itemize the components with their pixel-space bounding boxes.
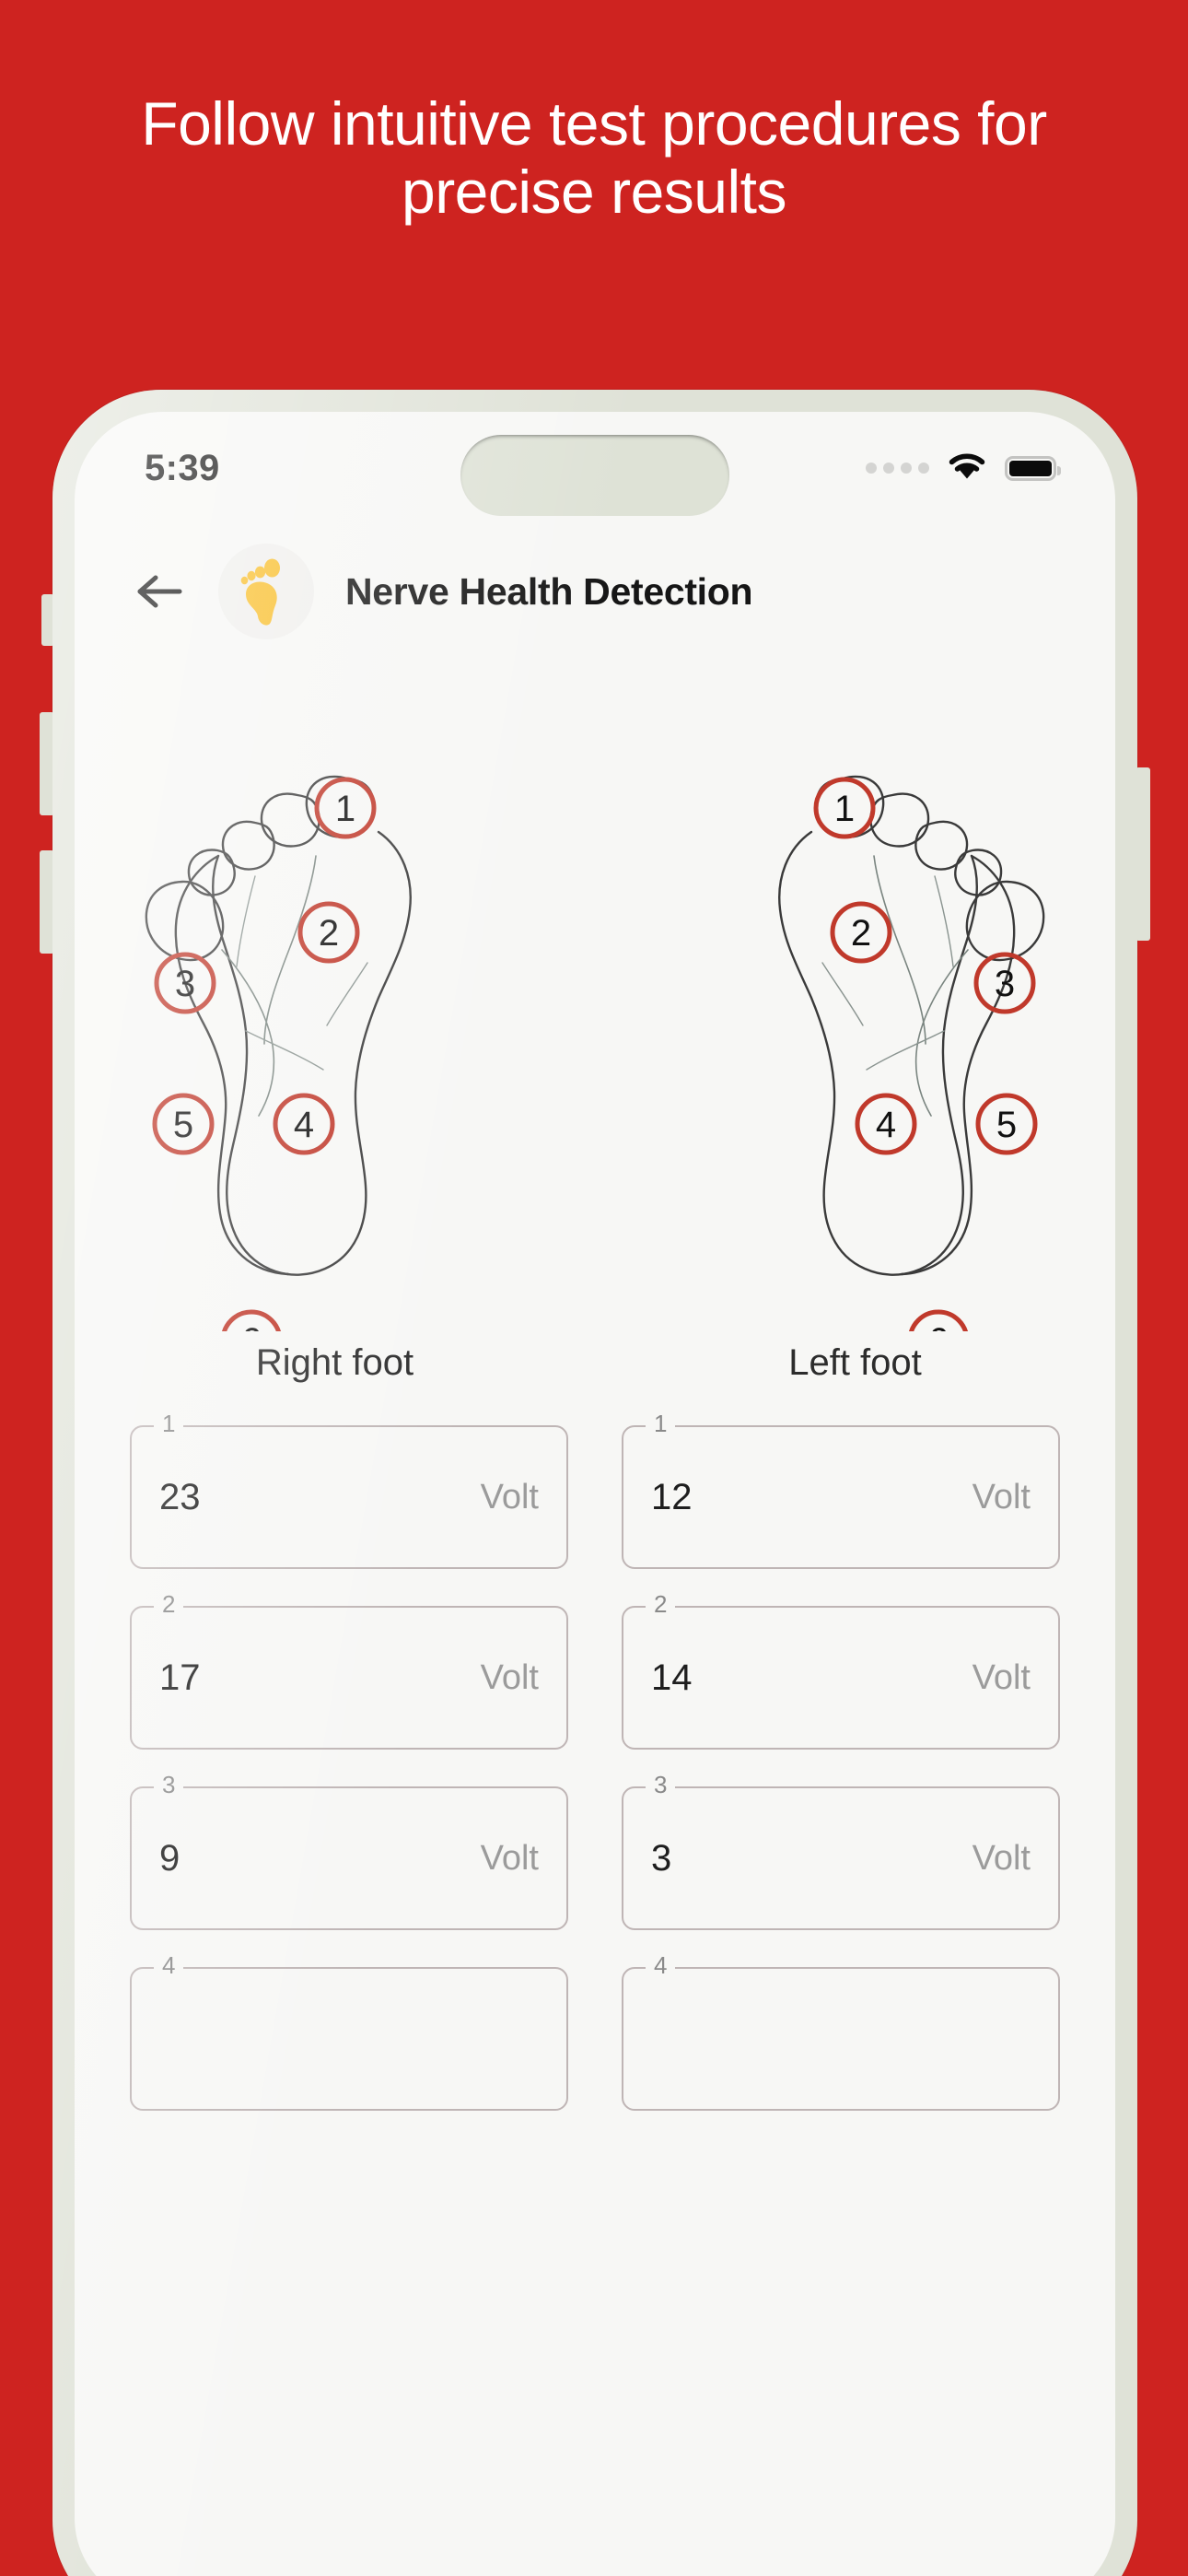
- left-foot-input-1[interactable]: 1 12 Volt: [622, 1411, 1060, 1569]
- field-value: 14: [651, 1657, 693, 1698]
- field-legend: 2: [154, 1592, 184, 1616]
- svg-text:2: 2: [319, 913, 339, 954]
- footprint-icon: [240, 558, 280, 626]
- power-button[interactable]: [1136, 767, 1150, 941]
- measurement-row: 1 23 Volt 1 12 Volt: [130, 1411, 1060, 1569]
- field-value: 23: [159, 1476, 201, 1517]
- phone-screen: 5:39 Nerve Health Detection 1 2 3 4 5 1 …: [75, 412, 1115, 2576]
- field-value: 12: [651, 1476, 693, 1517]
- marker-right-6: 6: [222, 1309, 281, 1331]
- field-unit: Volt: [972, 1838, 1031, 1878]
- foot-labels: Right foot Left foot: [75, 1342, 1115, 1384]
- field-value: 9: [159, 1837, 181, 1879]
- svg-text:5: 5: [996, 1105, 1017, 1145]
- marker-left-3: 3: [973, 952, 1036, 1014]
- right-foot-input-3[interactable]: 3 9 Volt: [130, 1773, 568, 1930]
- field-value: 17: [159, 1657, 201, 1698]
- svg-text:4: 4: [294, 1105, 314, 1145]
- avatar: [218, 544, 314, 639]
- svg-text:4: 4: [876, 1105, 896, 1145]
- field-unit: Volt: [972, 1477, 1031, 1516]
- promo-headline: Follow intuitive test procedures for pre…: [141, 89, 1047, 226]
- measurement-fields: 1 23 Volt 1 12 Volt 2 17 Volt 2 14 Volt …: [75, 1411, 1115, 2148]
- page-title: Nerve Health Detection: [345, 569, 753, 613]
- marker-left-1: 1: [813, 777, 876, 839]
- dynamic-island: [460, 435, 729, 516]
- field-legend: 2: [646, 1592, 676, 1616]
- measurement-row: 3 9 Volt 3 3 Volt: [130, 1773, 1060, 1930]
- wifi-icon: [946, 451, 988, 486]
- field-legend: 3: [646, 1773, 676, 1797]
- marker-right-5: 5: [152, 1093, 215, 1155]
- field-value: 3: [651, 1837, 672, 1879]
- app-header: Nerve Health Detection: [75, 532, 1115, 651]
- marker-left-5: 5: [975, 1093, 1038, 1155]
- left-foot-input-4[interactable]: 4: [622, 1953, 1060, 2111]
- svg-text:1: 1: [834, 789, 855, 829]
- back-arrow-icon[interactable]: [132, 563, 189, 620]
- svg-text:3: 3: [995, 964, 1015, 1004]
- foot-diagram: 1 2 3 4 5 1 2 3 4 5: [75, 659, 1115, 1331]
- field-legend: 3: [154, 1773, 184, 1797]
- status-bar-time: 5:39: [145, 447, 220, 488]
- field-legend: 1: [154, 1411, 184, 1435]
- phone-frame: 5:39 Nerve Health Detection 1 2 3 4 5 1 …: [40, 390, 1150, 2576]
- svg-text:3: 3: [175, 964, 195, 1004]
- marker-right-3: 3: [154, 952, 216, 1014]
- svg-text:2: 2: [851, 913, 871, 954]
- marker-right-1: 1: [314, 777, 377, 839]
- right-foot-input-4[interactable]: 4: [130, 1953, 568, 2111]
- svg-text:6: 6: [241, 1321, 262, 1331]
- battery-full-icon: [1005, 455, 1061, 481]
- left-foot-input-3[interactable]: 3 3 Volt: [622, 1773, 1060, 1930]
- right-foot-label: Right foot: [255, 1342, 414, 1383]
- app-store-promo-screenshot: Follow intuitive test procedures for pre…: [0, 0, 1188, 2576]
- marker-right-4: 4: [273, 1093, 335, 1155]
- field-legend: 1: [646, 1411, 676, 1435]
- foot-marker-group: 1 2 3 4 5 1 2 3 4 5: [152, 777, 1038, 1331]
- field-unit: Volt: [480, 1657, 539, 1697]
- field-unit: Volt: [480, 1477, 539, 1516]
- volume-down-button[interactable]: [40, 850, 54, 954]
- volume-up-button[interactable]: [40, 712, 54, 815]
- left-foot-input-2[interactable]: 2 14 Volt: [622, 1592, 1060, 1750]
- svg-text:6: 6: [928, 1321, 949, 1331]
- left-foot-label: Left foot: [788, 1342, 922, 1383]
- marker-left-6: 6: [909, 1309, 968, 1331]
- marker-left-2: 2: [830, 901, 892, 964]
- field-legend: 4: [646, 1953, 676, 1977]
- marker-left-4: 4: [855, 1093, 917, 1155]
- signal-dots-icon: [866, 463, 929, 474]
- field-legend: 4: [154, 1953, 184, 1977]
- mute-switch[interactable]: [41, 594, 54, 646]
- right-foot-input-2[interactable]: 2 17 Volt: [130, 1592, 568, 1750]
- field-unit: Volt: [480, 1838, 539, 1878]
- marker-right-2: 2: [297, 901, 360, 964]
- svg-text:1: 1: [335, 789, 355, 829]
- measurement-row: 2 17 Volt 2 14 Volt: [130, 1592, 1060, 1750]
- right-foot-input-1[interactable]: 1 23 Volt: [130, 1411, 568, 1569]
- svg-text:5: 5: [173, 1105, 193, 1145]
- status-bar-indicators: [866, 451, 1061, 486]
- measurement-row: 4 4: [130, 1953, 1060, 2111]
- field-unit: Volt: [972, 1657, 1031, 1697]
